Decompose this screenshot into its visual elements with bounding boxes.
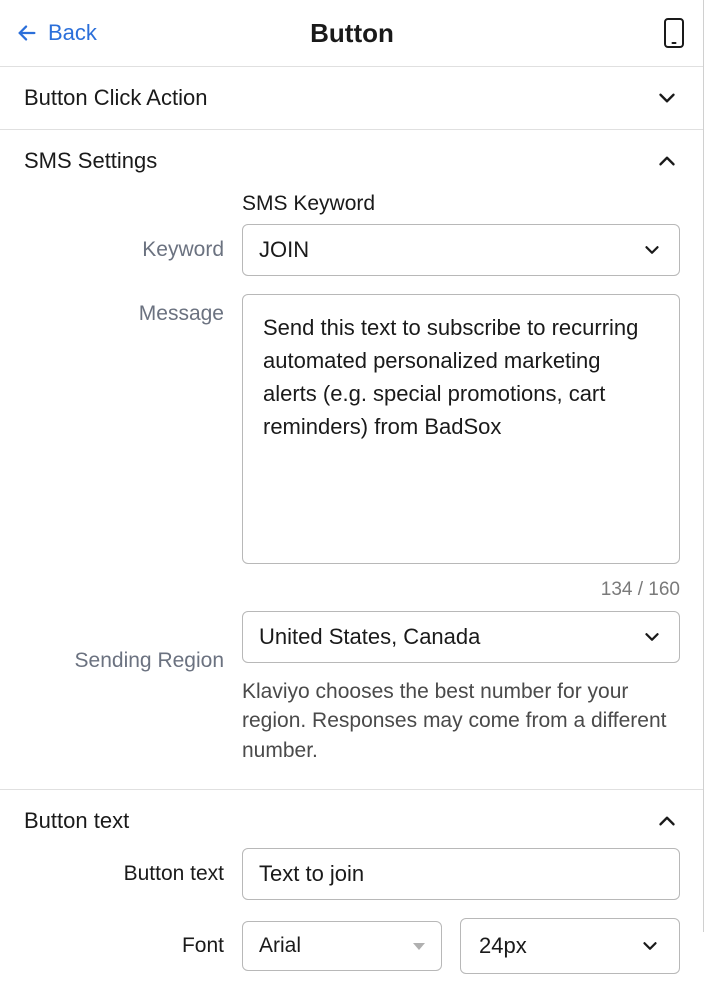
back-button[interactable]: Back <box>16 20 97 46</box>
caret-down-icon <box>413 943 425 950</box>
button-text-label: Button text <box>124 862 224 885</box>
sms-settings-panel: SMS Keyword Keyword JOIN Message 134 / 1… <box>0 192 704 789</box>
chevron-down-icon <box>639 935 661 957</box>
section-title: Button text <box>24 808 129 834</box>
sms-keyword-sublabel: SMS Keyword <box>242 192 680 216</box>
font-label: Font <box>182 934 224 957</box>
font-family-select[interactable]: Arial <box>242 921 442 971</box>
keyword-value: JOIN <box>259 237 309 263</box>
keyword-select[interactable]: JOIN <box>242 224 680 276</box>
region-helper-text: Klaviyo chooses the best number for your… <box>242 677 680 765</box>
chevron-down-icon <box>641 239 663 261</box>
message-label: Message <box>139 302 224 325</box>
chevron-up-icon <box>654 148 680 174</box>
back-label: Back <box>48 20 97 46</box>
arrow-left-icon <box>16 22 38 44</box>
button-text-panel: Button text Font Arial 24px <box>0 848 704 998</box>
panel-header: Back Button <box>0 0 704 67</box>
region-value: United States, Canada <box>259 624 480 650</box>
font-size-value: 24px <box>479 933 527 959</box>
message-textarea[interactable] <box>242 294 680 564</box>
chevron-down-icon <box>654 85 680 111</box>
font-family-value: Arial <box>259 934 301 958</box>
section-title: Button Click Action <box>24 85 207 111</box>
region-select[interactable]: United States, Canada <box>242 611 680 663</box>
device-preview-icon[interactable] <box>664 18 684 48</box>
section-sms-settings[interactable]: SMS Settings <box>0 130 704 192</box>
section-title: SMS Settings <box>24 148 157 174</box>
button-text-input[interactable] <box>242 848 680 900</box>
region-label: Sending Region <box>75 649 224 672</box>
font-size-select[interactable]: 24px <box>460 918 680 974</box>
section-button-click-action[interactable]: Button Click Action <box>0 67 704 130</box>
section-button-text[interactable]: Button text <box>0 790 704 844</box>
panel-title: Button <box>310 18 394 49</box>
keyword-label: Keyword <box>142 238 224 261</box>
chevron-down-icon <box>641 626 663 648</box>
chevron-up-icon <box>654 808 680 834</box>
char-counter: 134 / 160 <box>242 579 680 601</box>
